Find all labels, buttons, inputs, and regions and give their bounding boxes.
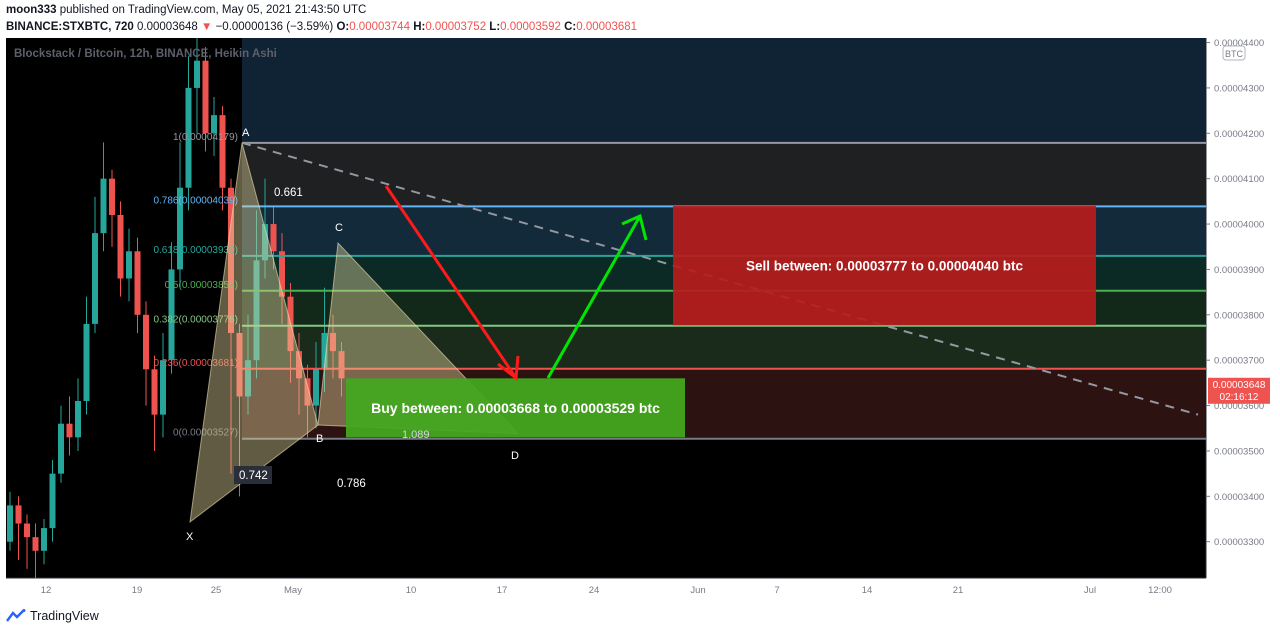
price-tick-label: 0.00003900: [1214, 265, 1264, 276]
price-tick-label: 0.00004200: [1214, 129, 1264, 140]
chart-title: Blockstack / Bitcoin, 12h, BINANCE, Heik…: [14, 48, 277, 60]
candle-body: [117, 214, 124, 279]
candle-body: [126, 251, 132, 279]
fib-zone-1: [242, 142, 1206, 207]
price-tick-label: 0.00003300: [1214, 537, 1264, 548]
candle-body: [270, 224, 277, 252]
candle-body: [194, 60, 200, 88]
tradingview-footer: TradingView: [6, 609, 99, 623]
candle-body: [83, 323, 90, 402]
point-b-label: B: [316, 433, 323, 445]
time-tick-label: 25: [211, 585, 222, 596]
time-tick-label: 7: [774, 585, 779, 596]
price-tick-label: 0.00004300: [1214, 83, 1264, 94]
price-change: −0.00000136 (−3.59%): [215, 21, 334, 33]
candle-body: [92, 233, 98, 324]
publisher-name[interactable]: moon333: [6, 4, 57, 16]
low-value: 0.00003592: [500, 21, 561, 33]
candle-body: [211, 115, 217, 134]
candle-body: [313, 369, 319, 406]
point-a-label: A: [242, 127, 250, 139]
candle-body: [100, 178, 107, 234]
candle-body: [41, 528, 47, 551]
symbol-label: BINANCE:STXBTC, 720: [6, 21, 134, 33]
ratio-label-xd: 0.786: [337, 478, 366, 490]
ohlc-line: BINANCE:STXBTC, 720 0.00003648 ▼ −0.0000…: [6, 19, 637, 36]
price-tick-label: 0.00003800: [1214, 310, 1264, 321]
candle-body: [202, 60, 209, 134]
candle-body: [75, 401, 81, 438]
point-d-label: D: [511, 450, 519, 462]
currency-badge[interactable]: BTC: [1225, 49, 1244, 59]
time-tick-label: 12: [41, 585, 52, 596]
candle-body: [7, 505, 13, 542]
candle-body: [24, 523, 30, 538]
price-tick-label: 0.00003500: [1214, 446, 1264, 457]
time-tick-label: 24: [589, 585, 600, 596]
sell-zone-label: Sell between: 0.00003777 to 0.00004040 b…: [746, 259, 1023, 274]
time-tick-label: May: [284, 585, 302, 596]
point-c-label: C: [335, 222, 343, 234]
ratio-label-ac: 0.661: [274, 187, 303, 199]
ratio-label-xb: 0.742: [239, 470, 268, 482]
publisher-line: moon333 published on TradingView.com, Ma…: [6, 2, 637, 19]
candle-body: [143, 314, 149, 370]
candle-body: [151, 369, 158, 415]
time-tick-label: 14: [862, 585, 873, 596]
high-value: 0.00003752: [425, 21, 487, 33]
candle-body: [32, 537, 39, 551]
time-tick-label: Jul: [1084, 585, 1096, 596]
candle-body: [219, 115, 226, 188]
fib-label-0.618: 0.618(0.00003930): [153, 245, 238, 256]
last-price-marker: 0.00003648 02:16:12: [1208, 377, 1270, 404]
open-label: O:: [336, 21, 350, 33]
price-tick-label: 0.00003700: [1214, 356, 1264, 367]
candle-body: [66, 423, 73, 438]
point-x-label: X: [186, 531, 194, 543]
last-price: 0.00003648: [137, 21, 198, 33]
candle-body: [49, 473, 56, 529]
time-tick-label: 12:00: [1148, 585, 1172, 596]
published-text: published on TradingView.com, May 05, 20…: [59, 4, 367, 16]
ratio-label-bd: 1.089: [402, 429, 430, 441]
last-price-tag: 0.00003648: [1213, 380, 1266, 391]
time-tick-label: 17: [497, 585, 508, 596]
down-triangle-icon: ▼: [200, 21, 213, 33]
chart-header: moon333 published on TradingView.com, Ma…: [6, 2, 637, 36]
candle-body: [15, 505, 22, 524]
price-tick-label: 0.00003400: [1214, 492, 1264, 503]
low-label: L:: [489, 21, 501, 33]
candle-countdown: 02:16:12: [1220, 392, 1259, 403]
close-value: 0.00003681: [576, 21, 638, 33]
price-tick-label: 0.00004000: [1214, 220, 1264, 231]
fib-label-0.786: 0.786(0.00004039): [153, 195, 238, 206]
time-tick-label: Jun: [690, 585, 705, 596]
high-label: H:: [413, 21, 426, 33]
fib-zone-top: [242, 38, 1206, 143]
close-label: C:: [564, 21, 577, 33]
buy-zone-label: Buy between: 0.00003668 to 0.00003529 bt…: [371, 400, 660, 416]
tradingview-logo-icon[interactable]: [6, 609, 26, 623]
time-tick-label: 19: [132, 585, 143, 596]
price-chart[interactable]: 1(0.00004179) 0.786(0.00004039) 0.618(0.00…: [6, 38, 1274, 604]
open-value: 0.00003744: [349, 21, 410, 33]
candle-body: [58, 423, 64, 474]
time-tick-label: 21: [953, 585, 964, 596]
time-tick-label: 10: [406, 585, 417, 596]
price-tick-label: 0.00004100: [1214, 174, 1264, 185]
fib-label-1: 1(0.00004179): [173, 132, 238, 143]
candle-body: [134, 251, 141, 315]
tradingview-brand[interactable]: TradingView: [30, 609, 99, 623]
candle-body: [109, 178, 115, 215]
